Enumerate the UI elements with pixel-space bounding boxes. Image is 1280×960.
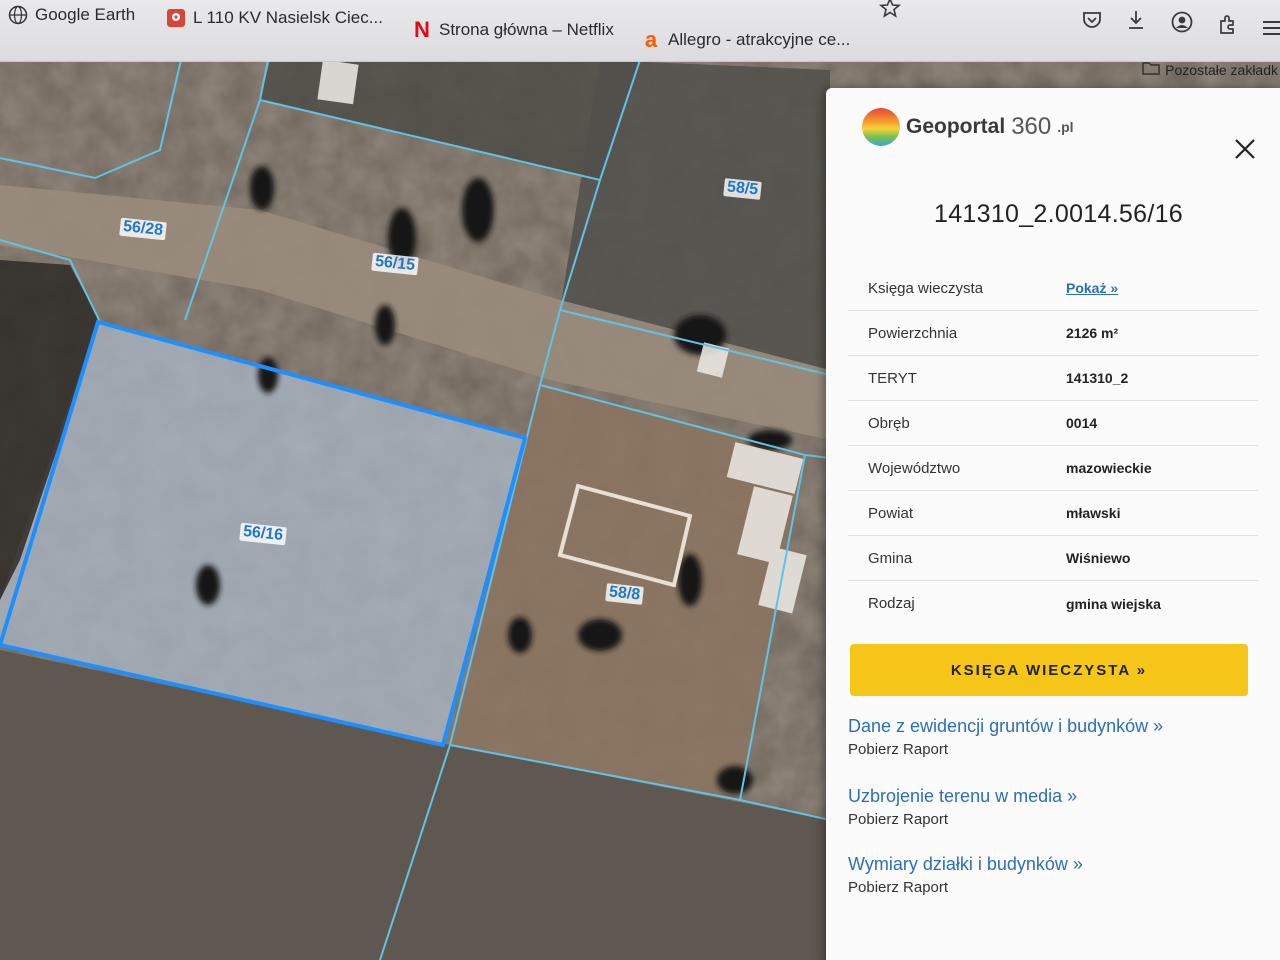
logo-name: Geoportal <box>906 115 1006 138</box>
attribute-label: TERYT <box>868 369 917 387</box>
row-land-registry: Księga wieczysta Pokaż » <box>848 266 1258 311</box>
parcel-attributes-table: Księga wieczysta Pokaż » Powierzchnia 21… <box>848 266 1258 626</box>
link-utilities: Uzbrojenie terenu w media » Pobierz Rapo… <box>848 786 1077 828</box>
attribute-value: mławski <box>1066 505 1121 521</box>
row-area: Powierzchnia 2126 m² <box>848 311 1258 356</box>
link-dimensions: Wymiary działki i budynków » Pobierz Rap… <box>848 854 1083 896</box>
attribute-label: Powiat <box>868 504 914 522</box>
bookmark-label: Allegro - atrakcyjne ce... <box>668 30 851 49</box>
star-icon[interactable] <box>878 0 902 20</box>
attribute-label: Księga wieczysta <box>868 279 984 297</box>
other-bookmarks-folder[interactable]: Pozostałe zakładk <box>1142 60 1278 79</box>
attribute-value: mazowieckie <box>1066 460 1152 476</box>
row-type: Rodzaj gmina wiejska <box>848 581 1258 626</box>
bookmark-map[interactable]: L 110 KV Nasielsk Ciec... <box>166 8 383 28</box>
attribute-label: Gmina <box>868 549 913 567</box>
bookmark-label: Strona główna – Netflix <box>439 20 614 39</box>
row-county: Powiat mławski <box>848 491 1258 536</box>
attribute-value: 141310_2 <box>1066 370 1129 386</box>
bookmark-label: Google Earth <box>35 5 136 24</box>
account-icon[interactable] <box>1170 10 1194 34</box>
folder-icon <box>1142 60 1160 79</box>
bookmarks-bar: Google Earth L 110 KV Nasielsk Ciec... N… <box>0 0 1280 62</box>
download-report-link[interactable]: Pobierz Raport <box>848 811 1077 828</box>
attribute-value: gmina wiejska <box>1066 595 1161 612</box>
row-commune: Gmina Wiśniewo <box>848 536 1258 581</box>
land-records-link[interactable]: Dane z ewidencji gruntów i budynków » <box>848 716 1163 737</box>
download-icon[interactable] <box>1124 8 1148 32</box>
row-teryt: TERYT 141310_2 <box>848 356 1258 401</box>
logo-number: 360 <box>1011 113 1052 140</box>
row-precinct: Obręb 0014 <box>848 401 1258 446</box>
parcel-info-panel: Geoportal 360 .pl 141310_2.0014.56/16 Ks… <box>826 88 1280 960</box>
bookmark-allegro[interactable]: a Allegro - atrakcyjne ce... <box>641 27 851 52</box>
row-voivodeship: Województwo mazowieckie <box>848 446 1258 491</box>
bookmark-label: L 110 KV Nasielsk Ciec... <box>193 8 383 27</box>
extensions-icon[interactable] <box>1216 12 1240 36</box>
attribute-value: 0014 <box>1066 415 1098 431</box>
show-land-registry-link[interactable]: Pokaż » <box>1066 280 1118 296</box>
attribute-label: Obręb <box>868 414 910 432</box>
netflix-icon: N <box>414 17 430 42</box>
dimensions-link[interactable]: Wymiary działki i budynków » <box>848 854 1083 875</box>
land-registry-button[interactable]: KSIĘGA WIECZYSTA » <box>850 644 1248 696</box>
other-bookmarks-label: Pozostałe zakładk <box>1165 61 1278 78</box>
attribute-value: 2126 m² <box>1066 325 1119 341</box>
utilities-link[interactable]: Uzbrojenie terenu w media » <box>848 786 1077 807</box>
attribute-label: Powierzchnia <box>868 324 958 342</box>
attribute-label: Rodzaj <box>868 595 915 612</box>
link-land-records: Dane z ewidencji gruntów i budynków » Po… <box>848 716 1163 758</box>
map-pin-icon <box>166 8 186 28</box>
logo-suffix: .pl <box>1057 119 1074 135</box>
download-report-link[interactable]: Pobierz Raport <box>848 879 1083 896</box>
geoportal-logo[interactable]: Geoportal 360 .pl <box>862 108 1074 146</box>
allegro-icon: a <box>644 27 658 52</box>
download-report-link[interactable]: Pobierz Raport <box>848 741 1163 758</box>
geoportal-logo-icon <box>862 108 900 146</box>
attribute-value: Wiśniewo <box>1066 550 1131 566</box>
bookmark-netflix[interactable]: N Strona główna – Netflix <box>412 17 614 42</box>
globe-icon <box>8 5 28 25</box>
close-icon[interactable] <box>1234 138 1256 160</box>
pocket-icon[interactable] <box>1080 8 1104 32</box>
bookmark-google-earth[interactable]: Google Earth <box>8 5 135 25</box>
parcel-label[interactable]: 58/8 <box>605 583 644 605</box>
attribute-label: Województwo <box>868 459 961 477</box>
parcel-label[interactable]: 58/5 <box>723 178 762 200</box>
menu-icon[interactable] <box>1260 16 1280 40</box>
parcel-id: 141310_2.0014.56/16 <box>934 200 1183 228</box>
